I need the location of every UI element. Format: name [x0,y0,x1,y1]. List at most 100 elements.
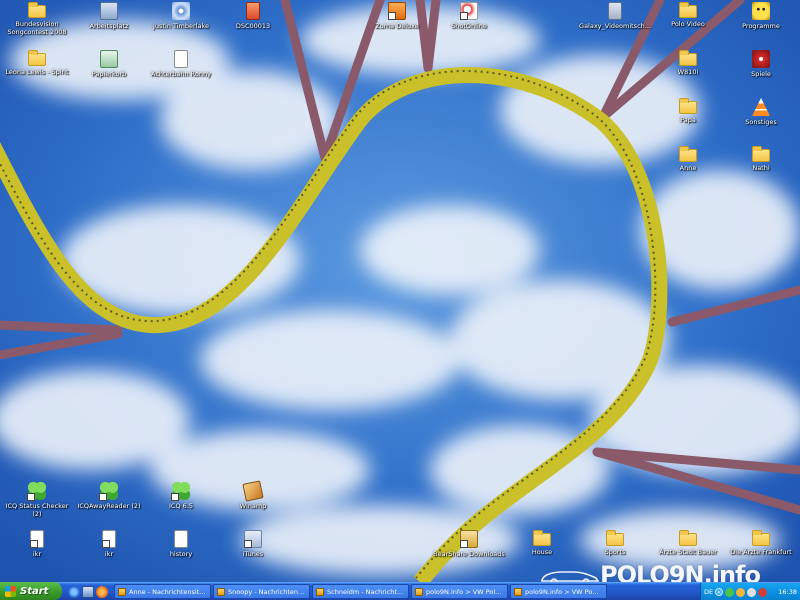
music-icon [244,530,262,548]
browser-window-icon [514,587,522,596]
chat-window-icon [118,587,126,596]
icon-label: House [531,548,553,556]
icon-label: BearShare Downloads [433,550,505,558]
red-disc-icon [752,50,770,68]
quick-launch [68,585,108,598]
desktop-icon-nathi[interactable]: Nathi [724,146,798,192]
icon-label: Anne [679,164,697,172]
folder-icon [679,98,697,114]
icon-label: Ärzte Stadt Bauer [659,548,717,556]
desktop-icon-anne[interactable]: Anne [651,146,725,192]
icon-label: Programme [742,22,780,30]
game-icon [388,2,406,20]
shortcut-icon [102,530,116,548]
clock[interactable]: 16:38 [778,588,797,596]
desktop-icon-bundesvision[interactable]: Bundesvision Songcontest 2008 [0,2,74,48]
desktop-icon-icq-65[interactable]: ICQ 6.5 [144,482,218,528]
desktop-icon-icqawayreader[interactable]: ICQAwayReader (2) [72,482,146,528]
icon-label: Justin Timberlake [153,22,209,30]
icon-label: Sonstiges [745,118,777,126]
icon-label: Papierkorb [91,70,127,78]
icon-label: ShotOnline [451,22,487,30]
folder-icon [679,2,697,18]
icon-label: Winamp [239,502,267,510]
desktop-icon-bearshare-downloads[interactable]: BearShare Downloads [432,530,506,576]
shortcut-icon [30,530,44,548]
desktop-icon-arbeitsplatz[interactable]: Arbeitsplatz [72,2,146,48]
taskbar-button-polo9n-2[interactable]: polo9N.info > VW Po... [510,584,607,599]
desktop-icon-dsc00013[interactable]: DSC00013 [216,2,290,48]
icon-label: Nathi [752,164,770,172]
desktop-icon-leona-lewis[interactable]: Leona Lewis - Spirit [0,50,74,96]
tray-volume-icon[interactable] [747,587,757,597]
desktop-icon-polo-video[interactable]: Polo Video [651,2,725,48]
internet-explorer-icon[interactable] [68,585,80,598]
bearshare-icon [460,530,478,548]
show-hidden-icons-icon[interactable]: « [715,588,724,596]
start-button[interactable]: Start [0,582,62,600]
desktop-icon-galaxy-video[interactable]: Galaxy_Videomitsch... [578,2,652,48]
desktop-icon-history[interactable]: history [144,530,218,576]
desktop-icon-spiele[interactable]: Spiele [724,50,798,96]
icon-label: ICQ Status Checker (2) [5,502,69,518]
taskbar-button-schneidm[interactable]: Schneidm - Nachricht... [312,584,409,599]
icon-label: iTunes [242,550,264,558]
desktop-icon-itunes[interactable]: iTunes [216,530,290,576]
folder-icon [679,50,697,66]
icon-label: Leona Lewis - Spirit [5,68,69,76]
taskbar-button-anne[interactable]: Anne - Nachrichtensit... [114,584,211,599]
tray-status-icon[interactable] [725,587,735,597]
icon-label: Achterbahn Ronny [151,70,211,78]
language-indicator[interactable]: DE [704,588,713,596]
icon-label: Papa [680,116,696,124]
desktop-icon-icq-status-checker[interactable]: ICQ Status Checker (2) [0,482,74,528]
icon-label: ikr [104,550,114,558]
image-file-icon [246,2,260,20]
desktop-icon-programme[interactable]: Programme [724,2,798,48]
taskbar-button-snoopy[interactable]: Snoopy - Nachrichten... [213,584,310,599]
golf-icon [460,2,478,20]
system-tray: DE « 16:38 [700,583,800,600]
show-desktop-icon[interactable] [82,585,94,598]
desktop-icon-justin-timberlake[interactable]: Justin Timberlake [144,2,218,48]
icon-label: ICQAwayReader (2) [77,502,141,510]
tray-app-icon[interactable] [736,587,746,597]
media-player-icon[interactable] [96,585,108,598]
traffic-cone-icon [752,98,770,116]
desktop-icon-winamp[interactable]: Winamp [216,480,290,528]
taskbar-button-polo9n-1[interactable]: polo9N.info > VW Pol... [411,584,508,599]
icon-label: Polo Video [671,20,705,28]
folder-icon [533,530,551,546]
face-icon [752,2,770,20]
tray-security-icon[interactable] [758,587,768,597]
chat-window-icon [217,587,225,596]
desktop-icon-ikr-1[interactable]: ikr [0,530,74,576]
media-file-icon [608,2,622,20]
folder-icon [679,530,697,546]
desktop-icon-ikr-2[interactable]: ikr [72,530,146,576]
icon-label: DSC00013 [235,22,271,30]
folder-icon [752,530,770,546]
task-label: Schneidm - Nachricht... [327,587,404,596]
icon-label: Zuma Deluxe [375,22,419,30]
desktop-icon-achterbahn-ronny[interactable]: Achterbahn Ronny [144,50,218,96]
icq-icon [27,482,46,501]
desktop-icon-sonstiges[interactable]: Sonstiges [724,98,798,144]
document-icon [174,50,188,68]
desktop[interactable]: Bundesvision Songcontest 2008 Arbeitspla… [0,0,800,582]
desktop-icon-shotonline[interactable]: ShotOnline [432,2,506,48]
document-icon [174,530,188,548]
icq-icon [171,482,190,501]
icon-label: Die Ärzte Frankfurt [730,548,792,556]
task-label: polo9N.info > VW Pol... [426,587,502,596]
desktop-icon-w810i[interactable]: W810i [651,50,725,96]
icon-label: Sports [604,548,626,556]
icon-label: Arbeitsplatz [89,22,129,30]
icon-label: ikr [32,550,42,558]
desktop-icon-papa[interactable]: Papa [651,98,725,144]
icq-icon [99,482,118,501]
task-label: Anne - Nachrichtensit... [129,587,206,596]
desktop-icon-papierkorb[interactable]: Papierkorb [72,50,146,96]
icon-label: Galaxy_Videomitsch... [579,22,651,30]
desktop-icon-zuma-deluxe[interactable]: Zuma Deluxe [360,2,434,48]
